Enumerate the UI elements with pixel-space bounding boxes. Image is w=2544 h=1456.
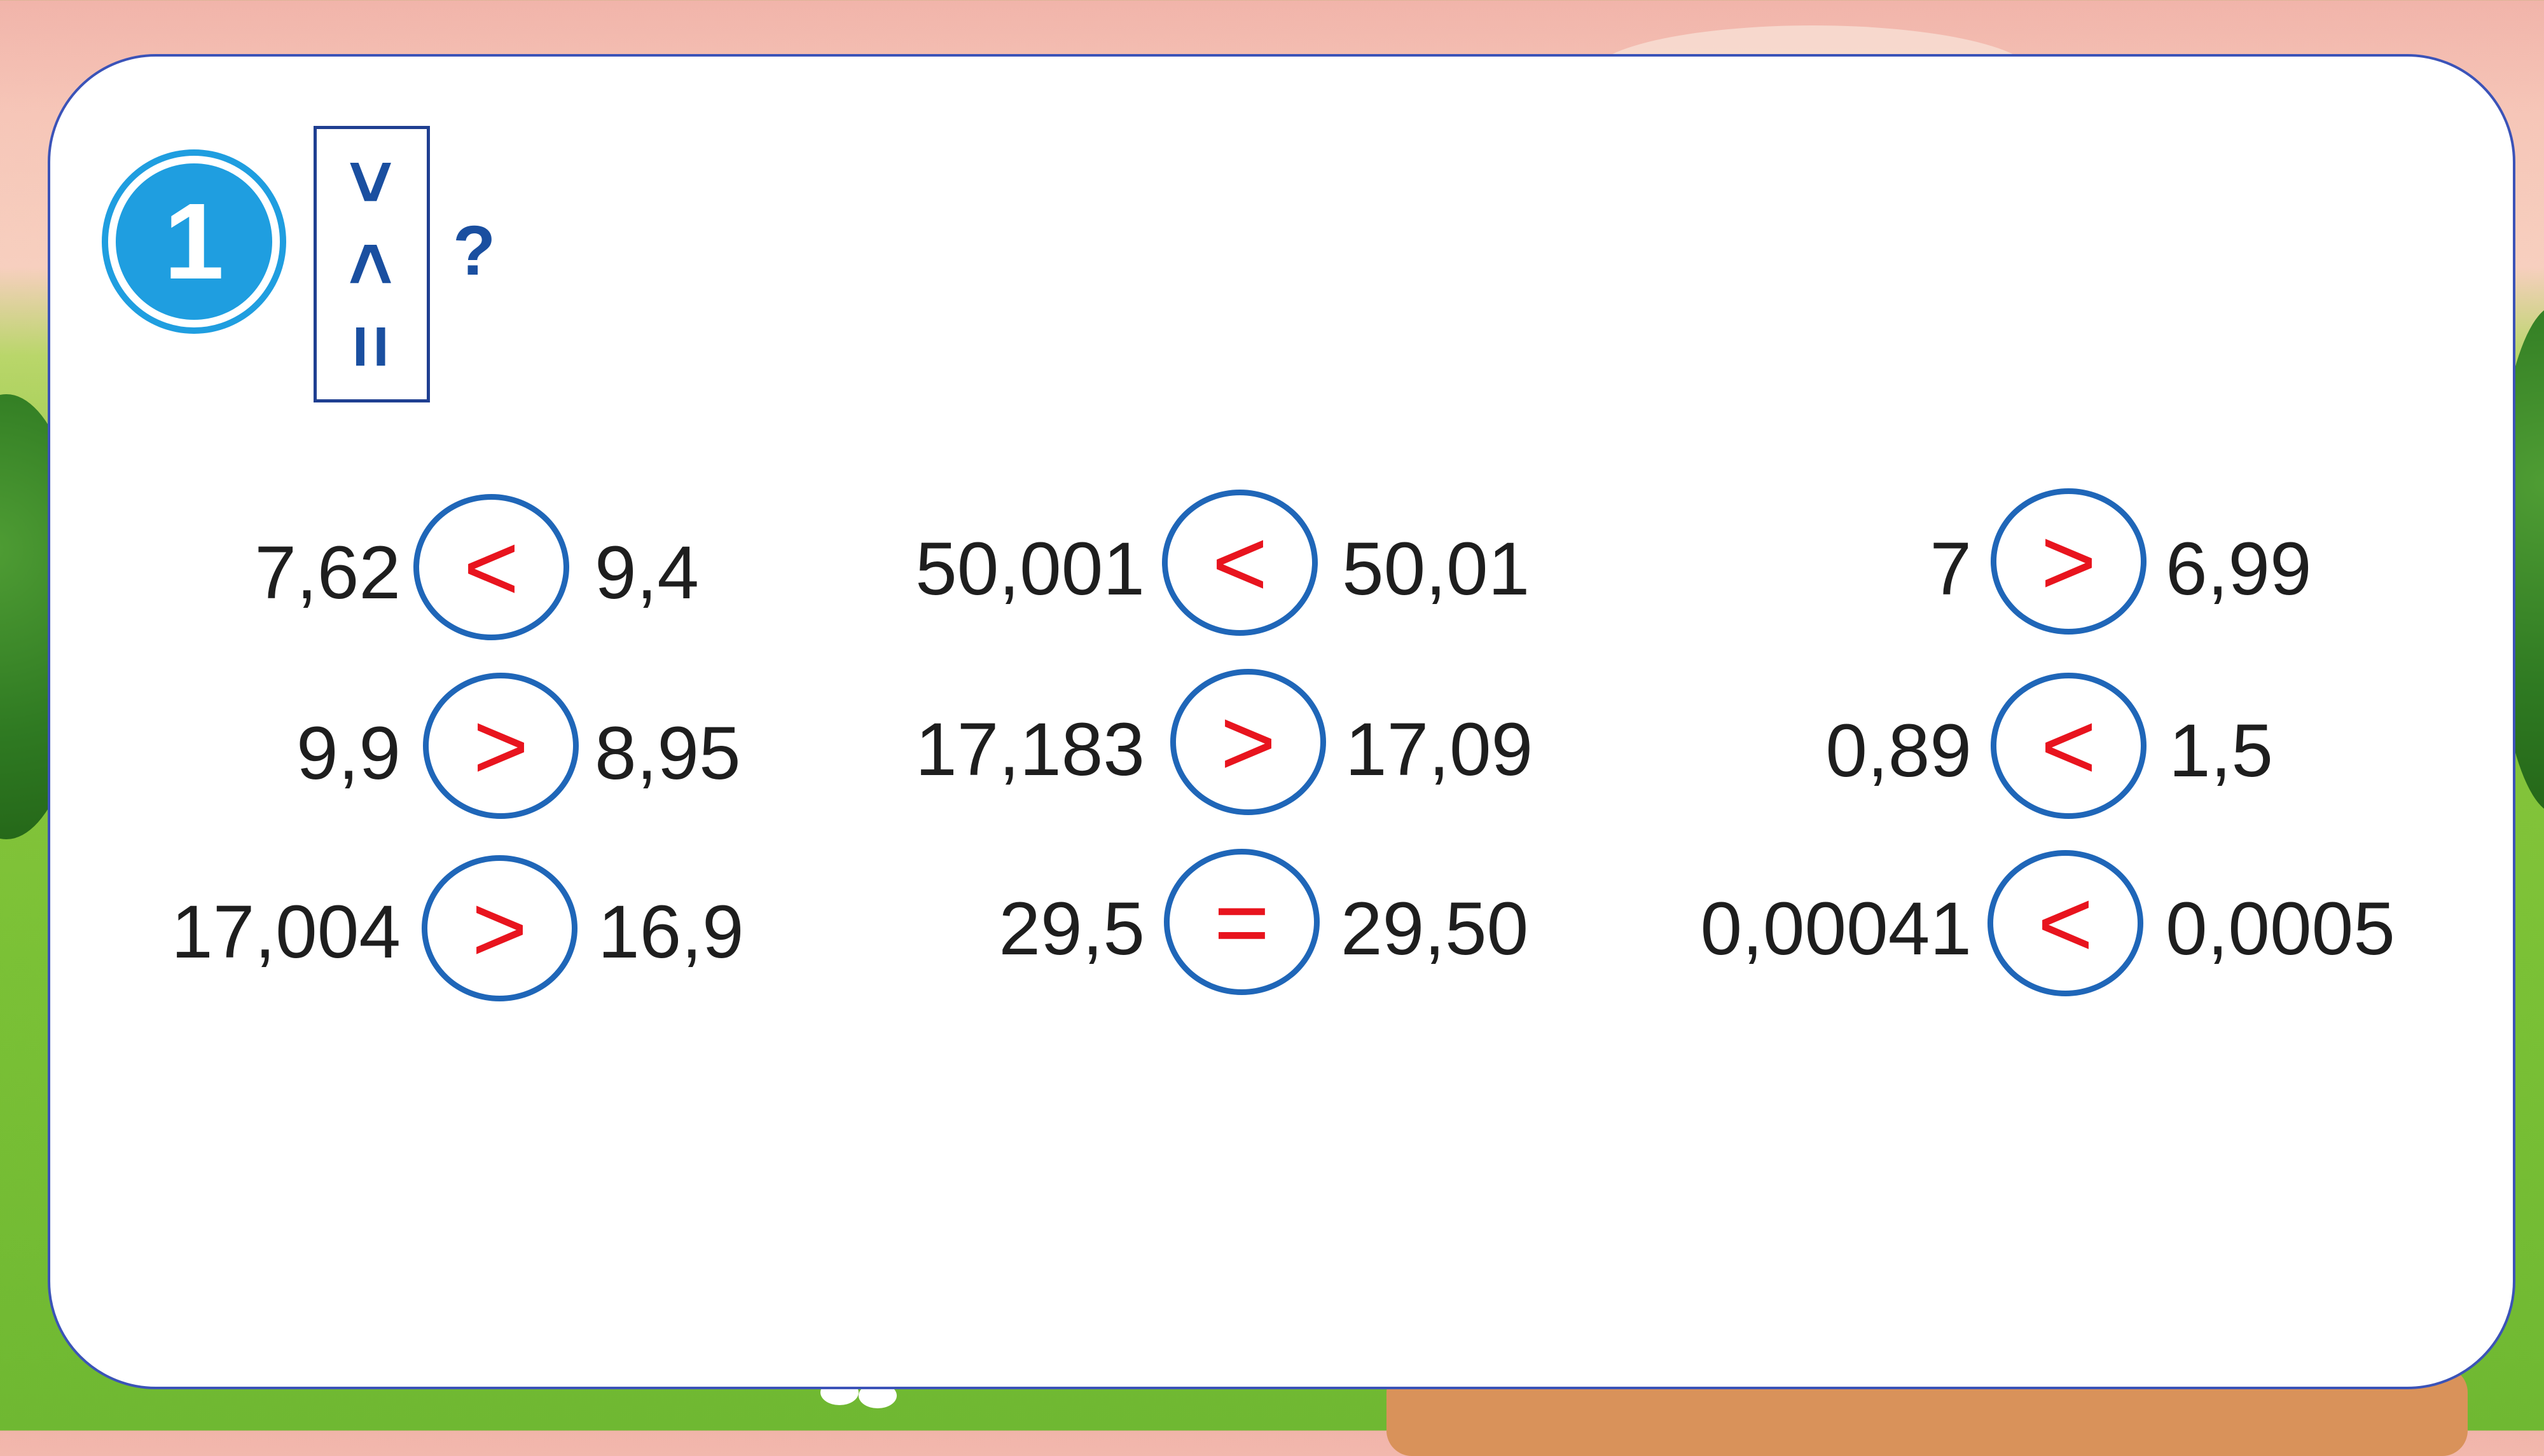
answer-sign: < — [2040, 692, 2097, 799]
less-than-symbol: < — [329, 242, 415, 287]
answer-circle[interactable]: > — [1170, 669, 1326, 815]
right-number: 17,09 — [1345, 708, 1533, 792]
left-number: 0,89 — [1825, 709, 1972, 793]
answer-circle[interactable]: < — [1988, 850, 2143, 996]
left-number: 29,5 — [999, 887, 1145, 971]
answer-sign: > — [473, 692, 529, 799]
answer-sign: < — [1212, 509, 1268, 616]
left-number: 17,183 — [915, 708, 1145, 792]
exercise-number: 1 — [163, 181, 225, 302]
greater-than-symbol: > — [329, 159, 415, 204]
left-number: 7,62 — [254, 531, 401, 615]
answer-sign: > — [471, 875, 528, 982]
equals-symbol: = — [329, 324, 415, 369]
left-number: 17,004 — [171, 890, 401, 974]
answer-sign: > — [1220, 689, 1276, 795]
answer-circle[interactable]: > — [1991, 488, 2146, 635]
right-number: 9,4 — [595, 531, 700, 615]
right-number: 16,9 — [598, 890, 744, 974]
answer-sign: < — [463, 514, 520, 621]
answer-sign: = — [1213, 869, 1270, 975]
exercise-number-badge: 1 — [108, 156, 280, 327]
left-number: 0,00041 — [1700, 887, 1972, 971]
answer-circle[interactable]: > — [422, 855, 577, 1001]
question-mark: ? — [453, 212, 496, 290]
answer-sign: < — [2037, 870, 2094, 977]
right-number: 0,0005 — [2166, 887, 2395, 971]
right-number: 29,50 — [1341, 887, 1529, 971]
right-number: 50,01 — [1342, 527, 1530, 611]
answer-circle[interactable]: < — [1162, 490, 1318, 636]
answer-circle[interactable]: = — [1164, 849, 1320, 995]
left-number: 50,001 — [915, 527, 1145, 611]
left-number: 7 — [1930, 527, 1972, 611]
answer-circle[interactable]: < — [413, 494, 569, 640]
right-number: 6,99 — [2166, 527, 2312, 611]
right-number: 1,5 — [2169, 709, 2274, 793]
right-number: 8,95 — [595, 711, 741, 795]
comparison-symbols-box: > < = — [314, 126, 430, 402]
left-number: 9,9 — [296, 711, 401, 795]
answer-sign: > — [2040, 508, 2097, 615]
answer-circle[interactable]: > — [423, 673, 579, 819]
answer-circle[interactable]: < — [1991, 673, 2146, 819]
